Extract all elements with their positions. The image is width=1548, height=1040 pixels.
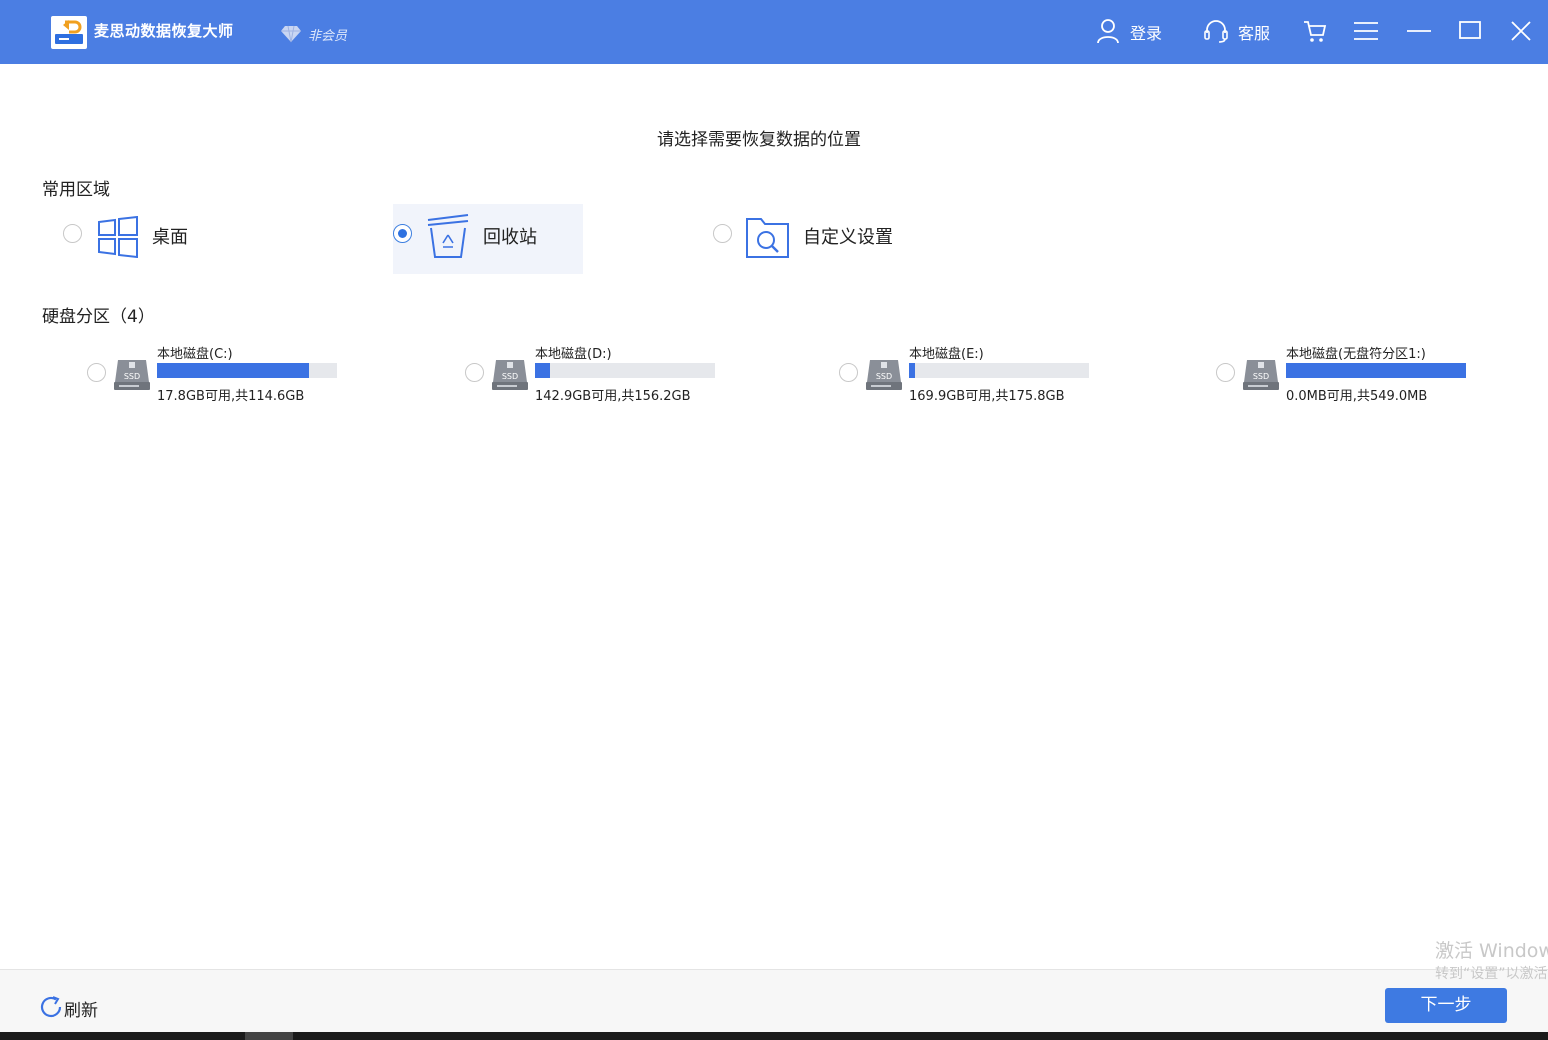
disk-partitions-heading: 硬盘分区（4） [42,307,155,327]
svg-text:SSD: SSD [124,372,140,381]
disk-size-c: 17.8GB可用,共114.6GB [157,389,305,404]
recycle-bin-radio[interactable] [393,224,412,243]
disk-usage-fill-c [157,363,310,378]
disk-radio-c[interactable] [87,363,106,382]
disk-size-e: 169.9GB可用,共175.8GB [909,389,1065,404]
windows-activation-watermark: 激活 Windows [1435,940,1548,962]
minimize-icon[interactable] [1406,20,1432,46]
taskbar-item[interactable] [245,1032,293,1040]
app-logo-icon [51,16,87,49]
folder-search-icon[interactable] [745,215,791,263]
ssd-icon: SSD [865,358,903,396]
menu-icon[interactable] [1353,20,1379,46]
recycle-bin-icon[interactable] [425,212,471,264]
disk-usage-fill-partition1 [1286,363,1466,378]
disk-size-d: 142.9GB可用,共156.2GB [535,389,691,404]
app-title: 麦思动数据恢复大师 [94,22,234,40]
disk-radio-e[interactable] [839,363,858,382]
disk-usage-fill-d [535,363,551,378]
disk-usage-bar-d [535,363,715,378]
svg-text:SSD: SSD [1253,372,1269,381]
disk-radio-partition1[interactable] [1216,363,1235,382]
footer-bar [0,969,1548,1032]
login-button[interactable]: 登录 [1130,20,1162,44]
disk-name-c[interactable]: 本地磁盘(C:) [157,343,233,362]
disk-usage-bar-partition1 [1286,363,1466,378]
close-icon[interactable] [1510,20,1532,46]
disk-size-partition1: 0.0MB可用,共549.0MB [1286,389,1428,404]
customer-service-button[interactable]: 客服 [1238,20,1270,44]
next-step-button[interactable]: 下一步 [1385,988,1507,1023]
disk-usage-fill-e [909,363,916,378]
refresh-button[interactable]: 刷新 [64,996,98,1021]
common-area-heading: 常用区域 [42,180,110,200]
cart-icon[interactable] [1302,18,1328,48]
ssd-icon: SSD [113,358,151,396]
refresh-icon[interactable] [40,994,64,1024]
diamond-icon [280,24,302,48]
ssd-icon: SSD [1242,358,1280,396]
desktop-label[interactable]: 桌面 [152,223,188,249]
windows-icon[interactable] [97,215,139,262]
custom-location-label[interactable]: 自定义设置 [803,223,893,249]
membership-status[interactable]: 非会员 [308,25,347,44]
windows-activation-hint: 转到“设置”以激活 [1435,966,1548,982]
disk-usage-bar-e [909,363,1089,378]
ssd-icon: SSD [491,358,529,396]
maximize-icon[interactable] [1458,20,1482,46]
recycle-bin-label[interactable]: 回收站 [483,223,537,249]
headset-icon[interactable] [1203,18,1229,48]
svg-text:SSD: SSD [502,372,518,381]
title-bar: 麦思动数据恢复大师 非会员 登录 客服 [0,0,1548,64]
disk-name-partition1[interactable]: 本地磁盘(无盘符分区1:) [1286,343,1426,362]
user-icon[interactable] [1096,18,1120,48]
desktop-radio[interactable] [63,224,82,243]
disk-name-d[interactable]: 本地磁盘(D:) [535,343,612,362]
disk-radio-d[interactable] [465,363,484,382]
disk-name-e[interactable]: 本地磁盘(E:) [909,343,984,362]
custom-radio[interactable] [713,224,732,243]
svg-text:SSD: SSD [876,372,892,381]
taskbar [0,1032,1548,1040]
disk-usage-bar-c [157,363,337,378]
page-title: 请选择需要恢复数据的位置 [657,130,861,150]
